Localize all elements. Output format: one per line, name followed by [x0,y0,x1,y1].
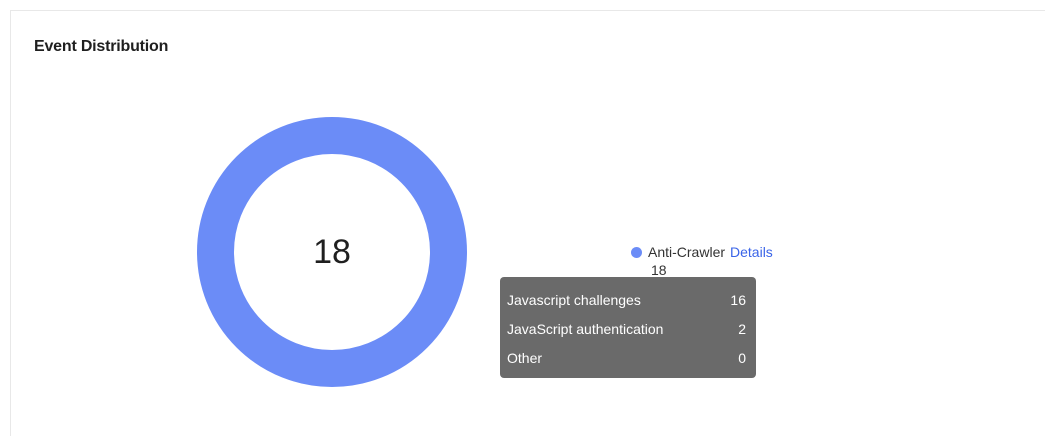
legend-color-dot [631,247,642,258]
legend-item[interactable]: Anti-Crawler Details [631,244,773,261]
chart-legend: Anti-Crawler Details 18 [631,244,773,279]
tooltip-row-value: 2 [738,320,746,337]
tooltip-row-label: Javascript challenges [507,291,641,308]
tooltip-row: Other 0 [507,343,748,372]
tooltip-row-label: Other [507,349,543,366]
tooltip-row-value: 0 [738,349,746,366]
donut-chart[interactable]: 18 [197,117,467,387]
legend-item-label: Anti-Crawler [648,244,726,260]
tooltip-row-value: 16 [730,291,746,308]
details-link[interactable]: Details [730,244,773,261]
tooltip-row: Javascript challenges 16 [507,285,748,314]
tooltip-row-label: JavaScript authentication [507,320,664,337]
card-title: Event Distribution [34,38,169,55]
chart-tooltip: Javascript challenges 16 JavaScript auth… [500,277,756,378]
event-distribution-card: Event Distribution 18 Anti-Crawler Detai… [10,10,1045,436]
donut-total-value: 18 [313,232,351,271]
tooltip-row: JavaScript authentication 2 [507,314,748,343]
